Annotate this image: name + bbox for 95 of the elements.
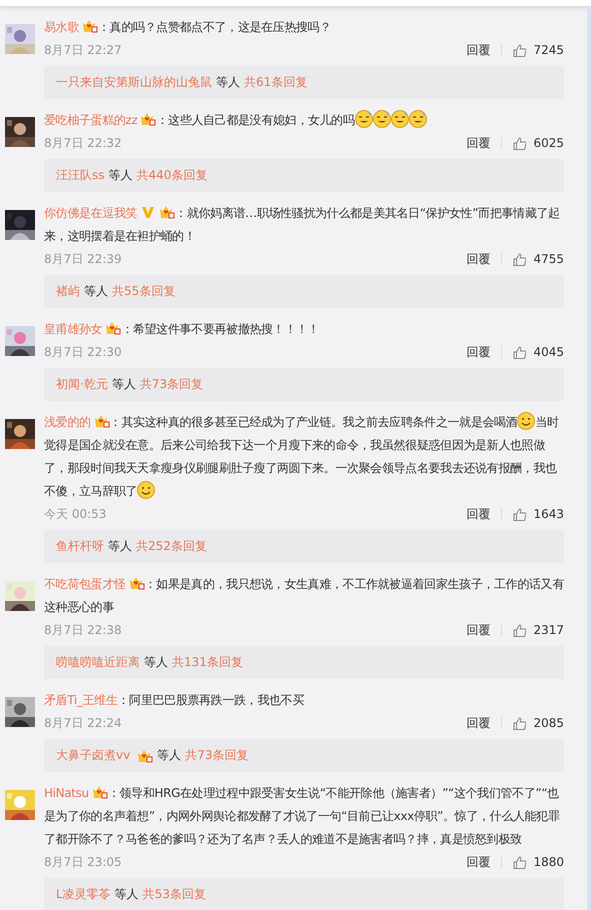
- comment-text: 不吃荷包蛋才怪 ：如果是真的，我只想说，女生真难，不工作就被逼着回家生孩子，工作的话又有这种恶心的事: [44, 575, 564, 616]
- like-count: 6025: [533, 136, 564, 150]
- reply-link[interactable]: 回覆: [466, 854, 490, 870]
- others-label: 等人: [114, 886, 139, 903]
- reply-count-link[interactable]: 共440条回复: [136, 167, 208, 184]
- like-count: 4755: [533, 252, 564, 266]
- user-name-link[interactable]: 浅爱的的: [44, 415, 91, 429]
- reply-count-link[interactable]: 共55条回复: [112, 283, 176, 300]
- thumbs-up-icon[interactable]: [513, 624, 526, 636]
- reply-summary-bar[interactable]: 一只来自安第斯山脉的山兔鼠 等人 共61条回复: [44, 66, 564, 99]
- comment-text: HiNatsu ：领导和HRG在处理过程中跟受害女生说“不能开除他（施害者）”“这个我们管不了”“也是为了你的名声着想”，内网外网舆论都发酵了才说了一句“目前已让xxx停职”。惊了，什么人能犯罪了都开除不了？马爸爸的爹吗？还为了名声？丢人的难道不是施害者吗？摔，真是愤怒到极致: [44, 784, 561, 848]
- others-label: 等人: [108, 167, 133, 184]
- replier-name-link[interactable]: 褚屿: [56, 283, 80, 300]
- timestamp: 8月7日 22:39: [44, 250, 123, 268]
- verified-icon: [140, 205, 156, 219]
- others-label: 等人: [108, 538, 132, 555]
- timestamp: 8月7日 22:30: [44, 344, 123, 360]
- reply-summary-bar[interactable]: 唠嗑唠嗑近距离 等人 共131条回复: [44, 646, 564, 679]
- like-count: 1880: [533, 855, 564, 869]
- crown-icon: [92, 785, 108, 799]
- like-count: 1643: [533, 507, 564, 521]
- like-count: 2317: [533, 623, 564, 637]
- crown-icon: [140, 112, 156, 126]
- others-label: 等人: [157, 747, 182, 764]
- reply-count-link[interactable]: 共73条回复: [185, 747, 248, 764]
- replier-name-link[interactable]: L凌灵零苓: [56, 886, 111, 903]
- timestamp: 8月7日 22:32: [44, 134, 123, 152]
- user-name-link[interactable]: 皇甫雄孙女: [44, 322, 102, 336]
- timestamp: 8月7日 22:38: [44, 622, 123, 638]
- reply-summary-bar[interactable]: 褚屿 等人 共55条回复: [44, 275, 564, 308]
- others-label: 等人: [144, 654, 168, 671]
- reply-link[interactable]: 回覆: [466, 250, 490, 268]
- thumbs-up-icon[interactable]: [513, 856, 526, 868]
- reply-link[interactable]: 回覆: [466, 344, 490, 360]
- like-count: 7245: [533, 43, 564, 57]
- user-name-link[interactable]: 不吃荷包蛋才怪: [44, 577, 126, 591]
- comment-text: 易水歌 ：真的吗？点赞都点不了，这是在压热搜吗？: [44, 18, 332, 36]
- user-name-link[interactable]: 你仿佛是在逗我笑: [44, 206, 138, 220]
- replier-name-link[interactable]: 鱼杆杆呀: [56, 538, 104, 555]
- comment-text: 皇甫雄孙女 ：希望这件事不要再被撤热搜！！！！: [44, 320, 320, 338]
- smiley-icon: [137, 481, 156, 499]
- others-label: 等人: [84, 283, 108, 300]
- reply-link[interactable]: 回覆: [466, 714, 490, 732]
- reply-count-link[interactable]: 共61条回复: [244, 74, 308, 91]
- others-label: 等人: [216, 74, 240, 91]
- reply-summary-bar[interactable]: L凌灵零苓 等人 共53条回复: [44, 878, 564, 910]
- reply-summary-bar[interactable]: 大鼻子卤煮vv 等人 共73条回复: [44, 739, 564, 772]
- reply-summary-bar[interactable]: 鱼杆杆呀 等人 共252条回复: [44, 530, 564, 563]
- crown-icon: [94, 414, 110, 428]
- user-name-link[interactable]: 易水歌: [44, 20, 79, 34]
- grinning-emoji-icon: [354, 110, 373, 128]
- reply-count-link[interactable]: 共131条回复: [172, 654, 243, 671]
- smiley-icon: [517, 412, 536, 430]
- comment-text: 矛盾Ti_王维生：阿里巴巴股票再跌一跌，我也不买: [44, 692, 305, 709]
- timestamp: 8月7日 22:24: [44, 714, 123, 732]
- timestamp: 8月7日 22:27: [44, 42, 123, 58]
- thumbs-up-icon[interactable]: [513, 716, 526, 730]
- replier-name-link[interactable]: 汪汪队ss: [56, 167, 105, 184]
- user-name-link[interactable]: 爱吃柚子蛋糕的zz: [44, 113, 138, 127]
- crown-icon: [128, 576, 145, 590]
- timestamp: 8月7日 23:05: [44, 854, 123, 870]
- replier-name-link[interactable]: 唠嗑唠嗑近距离: [56, 654, 140, 671]
- like-count: 2085: [533, 716, 564, 730]
- thumbs-up-icon[interactable]: [513, 44, 526, 56]
- crown-icon: [105, 321, 122, 335]
- user-name-link[interactable]: HiNatsu: [44, 786, 89, 800]
- reply-link[interactable]: 回覆: [466, 134, 490, 152]
- timestamp: 今天 00:53: [44, 506, 108, 522]
- user-name-link[interactable]: 矛盾Ti_王维生: [44, 693, 118, 707]
- comment-text: 你仿佛是在逗我笑 ：就你妈离谱…职场性骚扰为什么都是美其名日“保护女性”而把事情藏了起来，这明摆着是在袒护蛹的！: [44, 204, 561, 245]
- replier-name-link[interactable]: 大鼻子卤煮vv: [56, 747, 130, 764]
- grinning-emoji-icon: [408, 110, 427, 128]
- reply-count-link[interactable]: 共73条回复: [140, 376, 204, 393]
- replier-name-link[interactable]: 初闻·乾元: [56, 376, 108, 393]
- grinning-emoji-icon: [390, 110, 409, 128]
- thumbs-up-icon[interactable]: [513, 346, 526, 358]
- thumbs-up-icon[interactable]: [513, 136, 526, 150]
- reply-link[interactable]: 回覆: [466, 42, 490, 58]
- comment-text: 爱吃柚子蛋糕的zz ：这些人自己都是没有媳妇，女儿的吗: [44, 109, 564, 132]
- crown-icon: [137, 748, 154, 762]
- crown-icon: [159, 205, 176, 219]
- reply-link[interactable]: 回覆: [466, 506, 490, 522]
- replier-name-link[interactable]: 一只来自安第斯山脉的山兔鼠: [56, 74, 212, 91]
- thumbs-up-icon[interactable]: [513, 252, 526, 266]
- reply-summary-bar[interactable]: 汪汪队ss 等人 共440条回复: [44, 159, 564, 192]
- reply-count-link[interactable]: 共53条回复: [142, 886, 206, 903]
- thumbs-up-icon[interactable]: [513, 508, 526, 520]
- comment-text: 浅爱的的 ：其实这种真的很多甚至已经成为了产业链。我之前去应聘条件之一就是会喝酒 当时觉得是国企就没在意。后来公司给我下达一个月瘦下来的命令，我虽然很疑惑但因为是新人也照做了，那段时间我天天拿瘦身仪刷腿刷肚子瘦了两圆下来。一次聚会领导点名要我去还说有报酬，我也不傻，立马辞职了: [44, 411, 564, 503]
- others-label: 等人: [112, 376, 136, 393]
- like-count: 4045: [533, 345, 564, 359]
- reply-count-link[interactable]: 共252条回复: [136, 538, 207, 555]
- crown-icon: [82, 19, 98, 33]
- grinning-emoji-icon: [372, 110, 391, 128]
- reply-summary-bar[interactable]: 初闻·乾元 等人 共73条回复: [44, 368, 564, 401]
- reply-link[interactable]: 回覆: [466, 622, 490, 638]
